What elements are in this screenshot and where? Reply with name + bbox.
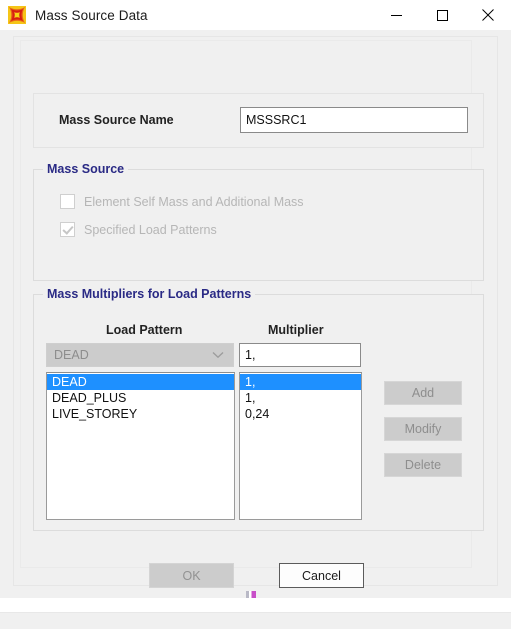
title-bar: Mass Source Data (0, 0, 511, 30)
list-item[interactable]: LIVE_STOREY (47, 406, 234, 422)
load-pattern-combo[interactable]: DEAD (46, 343, 234, 367)
delete-button[interactable]: Delete (384, 453, 462, 477)
etabs-star-icon (8, 6, 26, 24)
column-header-multiplier: Multiplier (268, 323, 324, 337)
mass-source-group-title: Mass Source (43, 162, 129, 176)
load-pattern-listbox[interactable]: DEAD DEAD_PLUS LIVE_STOREY (46, 372, 235, 520)
checkbox-box-checked-icon (60, 222, 75, 237)
caption-buttons (373, 0, 511, 30)
ok-button[interactable]: OK (149, 563, 234, 588)
load-pattern-combo-value: DEAD (54, 348, 89, 362)
mass-source-name-panel: Mass Source Name (33, 93, 484, 148)
multiplier-listbox[interactable]: 1, 1, 0,24 (239, 372, 362, 520)
checkbox-element-self-mass[interactable]: Element Self Mass and Additional Mass (60, 194, 304, 209)
add-button[interactable]: Add (384, 381, 462, 405)
minimize-button[interactable] (373, 0, 419, 30)
chevron-down-icon (212, 346, 224, 364)
list-item[interactable]: 1, (240, 390, 361, 406)
close-button[interactable] (465, 0, 511, 30)
list-item[interactable]: DEAD (47, 374, 234, 390)
mass-source-name-input[interactable] (240, 107, 468, 133)
list-item[interactable]: 0,24 (240, 406, 361, 422)
mass-source-name-label: Mass Source Name (59, 113, 174, 127)
column-header-load-pattern: Load Pattern (106, 323, 183, 337)
mass-source-data-dialog: Mass Source Data Mass Source Name MSSSRC… (0, 0, 511, 629)
list-item[interactable]: 1, (240, 374, 361, 390)
modify-button[interactable]: Modify (384, 417, 462, 441)
mass-multipliers-group-title: Mass Multipliers for Load Patterns (43, 287, 256, 301)
list-item[interactable]: DEAD_PLUS (47, 390, 234, 406)
multiplier-input[interactable] (239, 343, 361, 367)
window-title: Mass Source Data (35, 7, 148, 23)
checkbox-box-unchecked-icon (60, 194, 75, 209)
checkbox-specified-load-patterns-label: Specified Load Patterns (84, 222, 217, 237)
dialog-client-area: Mass Source Name Mass Source Element Sel… (0, 30, 511, 629)
dialog-bottom-strip (0, 612, 511, 629)
mass-source-group: Mass Source Element Self Mass and Additi… (33, 162, 484, 281)
cancel-button[interactable]: Cancel (279, 563, 364, 588)
checkbox-specified-load-patterns[interactable]: Specified Load Patterns (60, 222, 217, 237)
maximize-button[interactable] (419, 0, 465, 30)
background-artifact (246, 591, 256, 598)
checkbox-element-self-mass-label: Element Self Mass and Additional Mass (84, 194, 304, 209)
